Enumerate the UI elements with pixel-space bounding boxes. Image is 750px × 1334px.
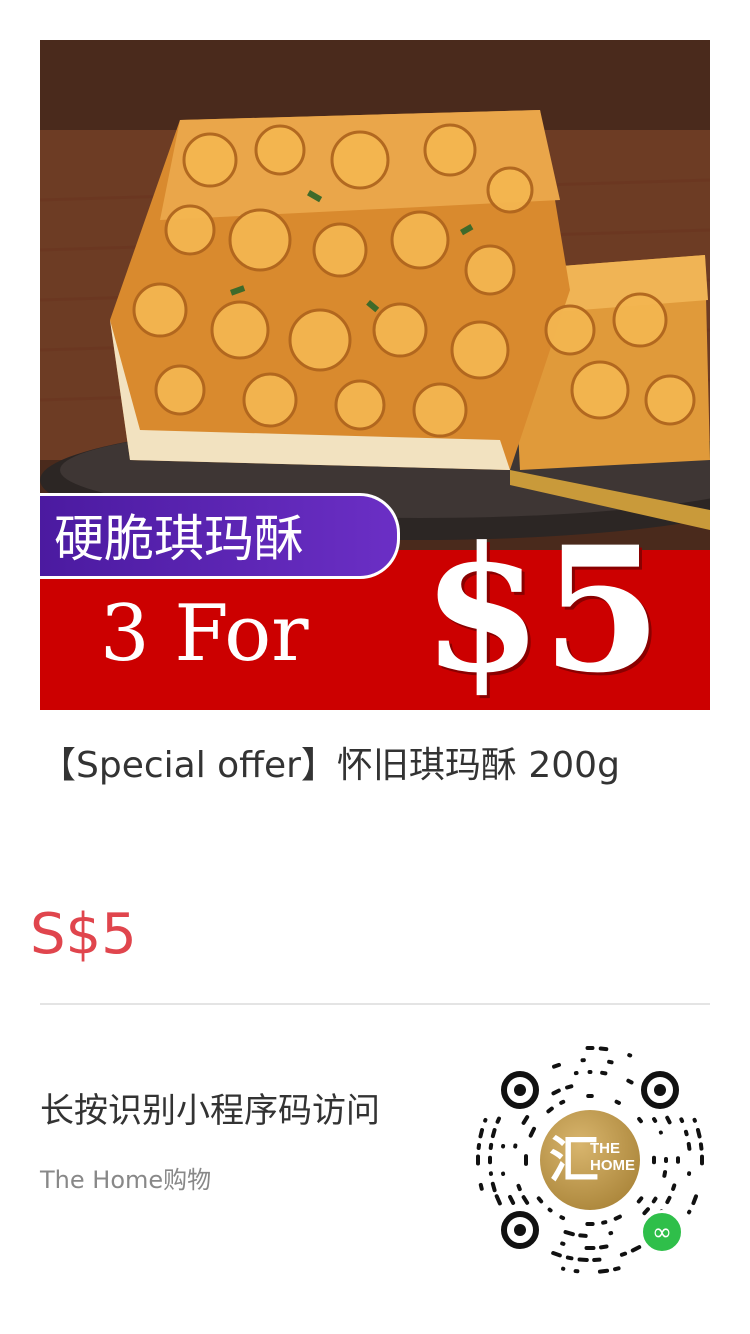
promo-banner-label: 硬脆琪玛酥 — [40, 493, 400, 579]
qr-logo-mark: 汇 — [549, 1130, 599, 1189]
product-image[interactable]: 硬脆琪玛酥 3 For $5 — [40, 40, 710, 710]
divider — [40, 1003, 710, 1005]
qr-logo-text: THE HOME — [590, 1140, 635, 1174]
miniprogram-icon: ∞ — [640, 1210, 684, 1254]
scan-hint: 长按识别小程序码访问 — [40, 1091, 380, 1131]
promo-offer-text: 3 For — [100, 589, 309, 679]
store-name: The Home购物 — [40, 1166, 212, 1194]
product-title: 【Special offer】怀旧琪玛酥 200g — [40, 745, 620, 786]
promo-price-text: $5 — [422, 508, 662, 710]
product-price: S$5 — [30, 902, 137, 967]
